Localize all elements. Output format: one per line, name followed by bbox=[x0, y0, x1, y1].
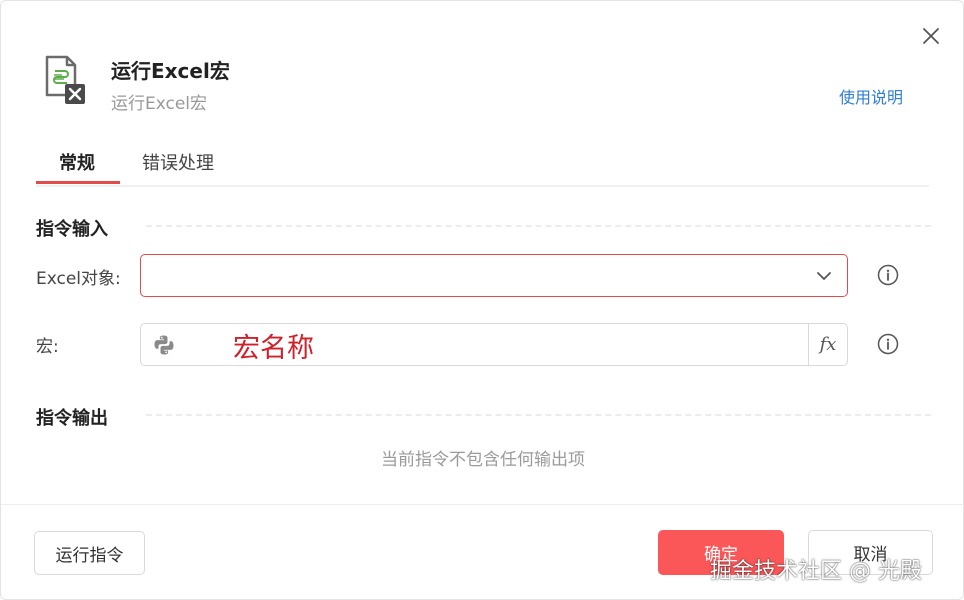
watermark: 掘金技术社区 @ 光殿 bbox=[710, 559, 922, 584]
run-excel-macro-dialog: 运行Excel宏 运行Excel宏 使用说明 常规 错误处理 指令输入 Exce… bbox=[0, 0, 964, 600]
info-icon[interactable] bbox=[877, 264, 899, 286]
excel-object-select[interactable] bbox=[140, 254, 848, 297]
python-icon bbox=[154, 335, 174, 355]
tab-bar: 常规 错误处理 bbox=[36, 141, 929, 187]
tab-error-handling[interactable]: 错误处理 bbox=[142, 149, 214, 175]
run-command-button[interactable]: 运行指令 bbox=[34, 531, 145, 575]
output-section-title: 指令输出 bbox=[36, 408, 108, 429]
info-icon[interactable] bbox=[877, 333, 899, 355]
dialog-subtitle: 运行Excel宏 bbox=[111, 94, 208, 114]
dialog-title: 运行Excel宏 bbox=[111, 59, 230, 83]
macro-label: 宏: bbox=[36, 337, 59, 357]
empty-output-message: 当前指令不包含任何输出项 bbox=[381, 450, 585, 470]
fx-expression-button[interactable]: fx bbox=[808, 324, 847, 365]
excel-macro-icon bbox=[45, 55, 85, 104]
macro-name-input[interactable] bbox=[231, 326, 805, 365]
tab-general[interactable]: 常规 bbox=[59, 149, 95, 175]
macro-field: fx bbox=[140, 323, 848, 366]
footer-divider bbox=[1, 504, 964, 505]
input-section-title: 指令输入 bbox=[36, 219, 108, 240]
active-tab-indicator bbox=[36, 181, 120, 184]
section-divider bbox=[146, 414, 931, 416]
close-button[interactable] bbox=[919, 24, 943, 48]
section-divider bbox=[146, 225, 931, 227]
chevron-down-icon bbox=[817, 272, 831, 280]
help-link[interactable]: 使用说明 bbox=[839, 84, 903, 108]
close-icon bbox=[923, 28, 939, 44]
excel-object-label: Excel对象: bbox=[36, 269, 121, 289]
